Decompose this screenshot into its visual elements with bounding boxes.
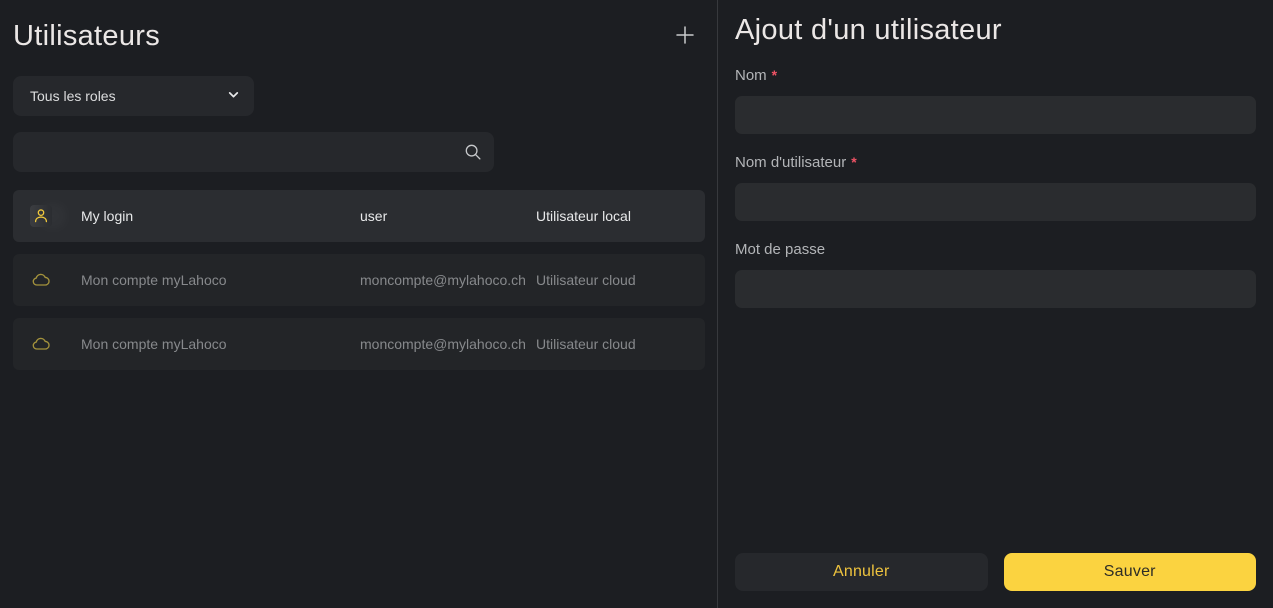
nom-utilisateur-input[interactable] xyxy=(735,183,1256,221)
user-name: Mon compte myLahoco xyxy=(81,272,227,288)
cancel-button[interactable]: Annuler xyxy=(735,553,988,591)
field-label: Mot de passe xyxy=(735,241,826,258)
field-mot-de-passe: Mot de passe xyxy=(735,241,1256,308)
user-list: My login user Utilisateur local Mon comp… xyxy=(13,190,705,370)
person-icon xyxy=(30,205,52,227)
plus-icon xyxy=(673,23,697,50)
users-panel-header: Utilisateurs xyxy=(13,16,705,56)
user-login: user xyxy=(360,208,388,224)
role-filter-dropdown[interactable]: Tous les roles xyxy=(13,76,254,116)
cloud-icon xyxy=(30,333,52,355)
field-nom-utilisateur: Nom d'utilisateur * xyxy=(735,154,1256,221)
field-label: Nom xyxy=(735,67,767,84)
user-login: moncompte@mylahoco.ch xyxy=(360,336,526,352)
user-name: Mon compte myLahoco xyxy=(81,336,227,352)
chevron-down-icon xyxy=(227,88,240,104)
required-asterisk: * xyxy=(851,154,857,170)
role-filter-value: Tous les roles xyxy=(30,88,116,104)
add-user-button[interactable] xyxy=(671,22,699,50)
form-footer: Annuler Sauver xyxy=(735,553,1256,608)
user-type: Utilisateur cloud xyxy=(536,336,636,352)
user-login: moncompte@mylahoco.ch xyxy=(360,272,526,288)
user-type: Utilisateur local xyxy=(536,208,631,224)
nom-input[interactable] xyxy=(735,96,1256,134)
field-nom: Nom * xyxy=(735,67,1256,134)
field-label: Nom d'utilisateur xyxy=(735,154,847,171)
save-button[interactable]: Sauver xyxy=(1003,553,1256,591)
user-name: My login xyxy=(81,208,134,224)
user-row-cloud-1[interactable]: Mon compte myLahoco moncompte@mylahoco.c… xyxy=(13,254,705,306)
user-type: Utilisateur cloud xyxy=(536,272,636,288)
form-title: Ajout d'un utilisateur xyxy=(735,14,1002,46)
page-title: Utilisateurs xyxy=(13,19,161,52)
user-row-cloud-2[interactable]: Mon compte myLahoco moncompte@mylahoco.c… xyxy=(13,318,705,370)
users-list-panel: Utilisateurs Tous les roles My login use… xyxy=(0,0,718,608)
required-asterisk: * xyxy=(771,67,778,83)
cloud-icon xyxy=(30,269,52,291)
mot-de-passe-input[interactable] xyxy=(735,270,1256,308)
user-search-input[interactable] xyxy=(13,132,494,172)
user-row-my-login[interactable]: My login user Utilisateur local xyxy=(13,190,705,242)
user-search xyxy=(13,132,494,172)
user-management-screen: Utilisateurs Tous les roles My login use… xyxy=(0,0,1273,608)
add-user-panel: Ajout d'un utilisateur Nom * Nom d'utili… xyxy=(718,0,1273,608)
